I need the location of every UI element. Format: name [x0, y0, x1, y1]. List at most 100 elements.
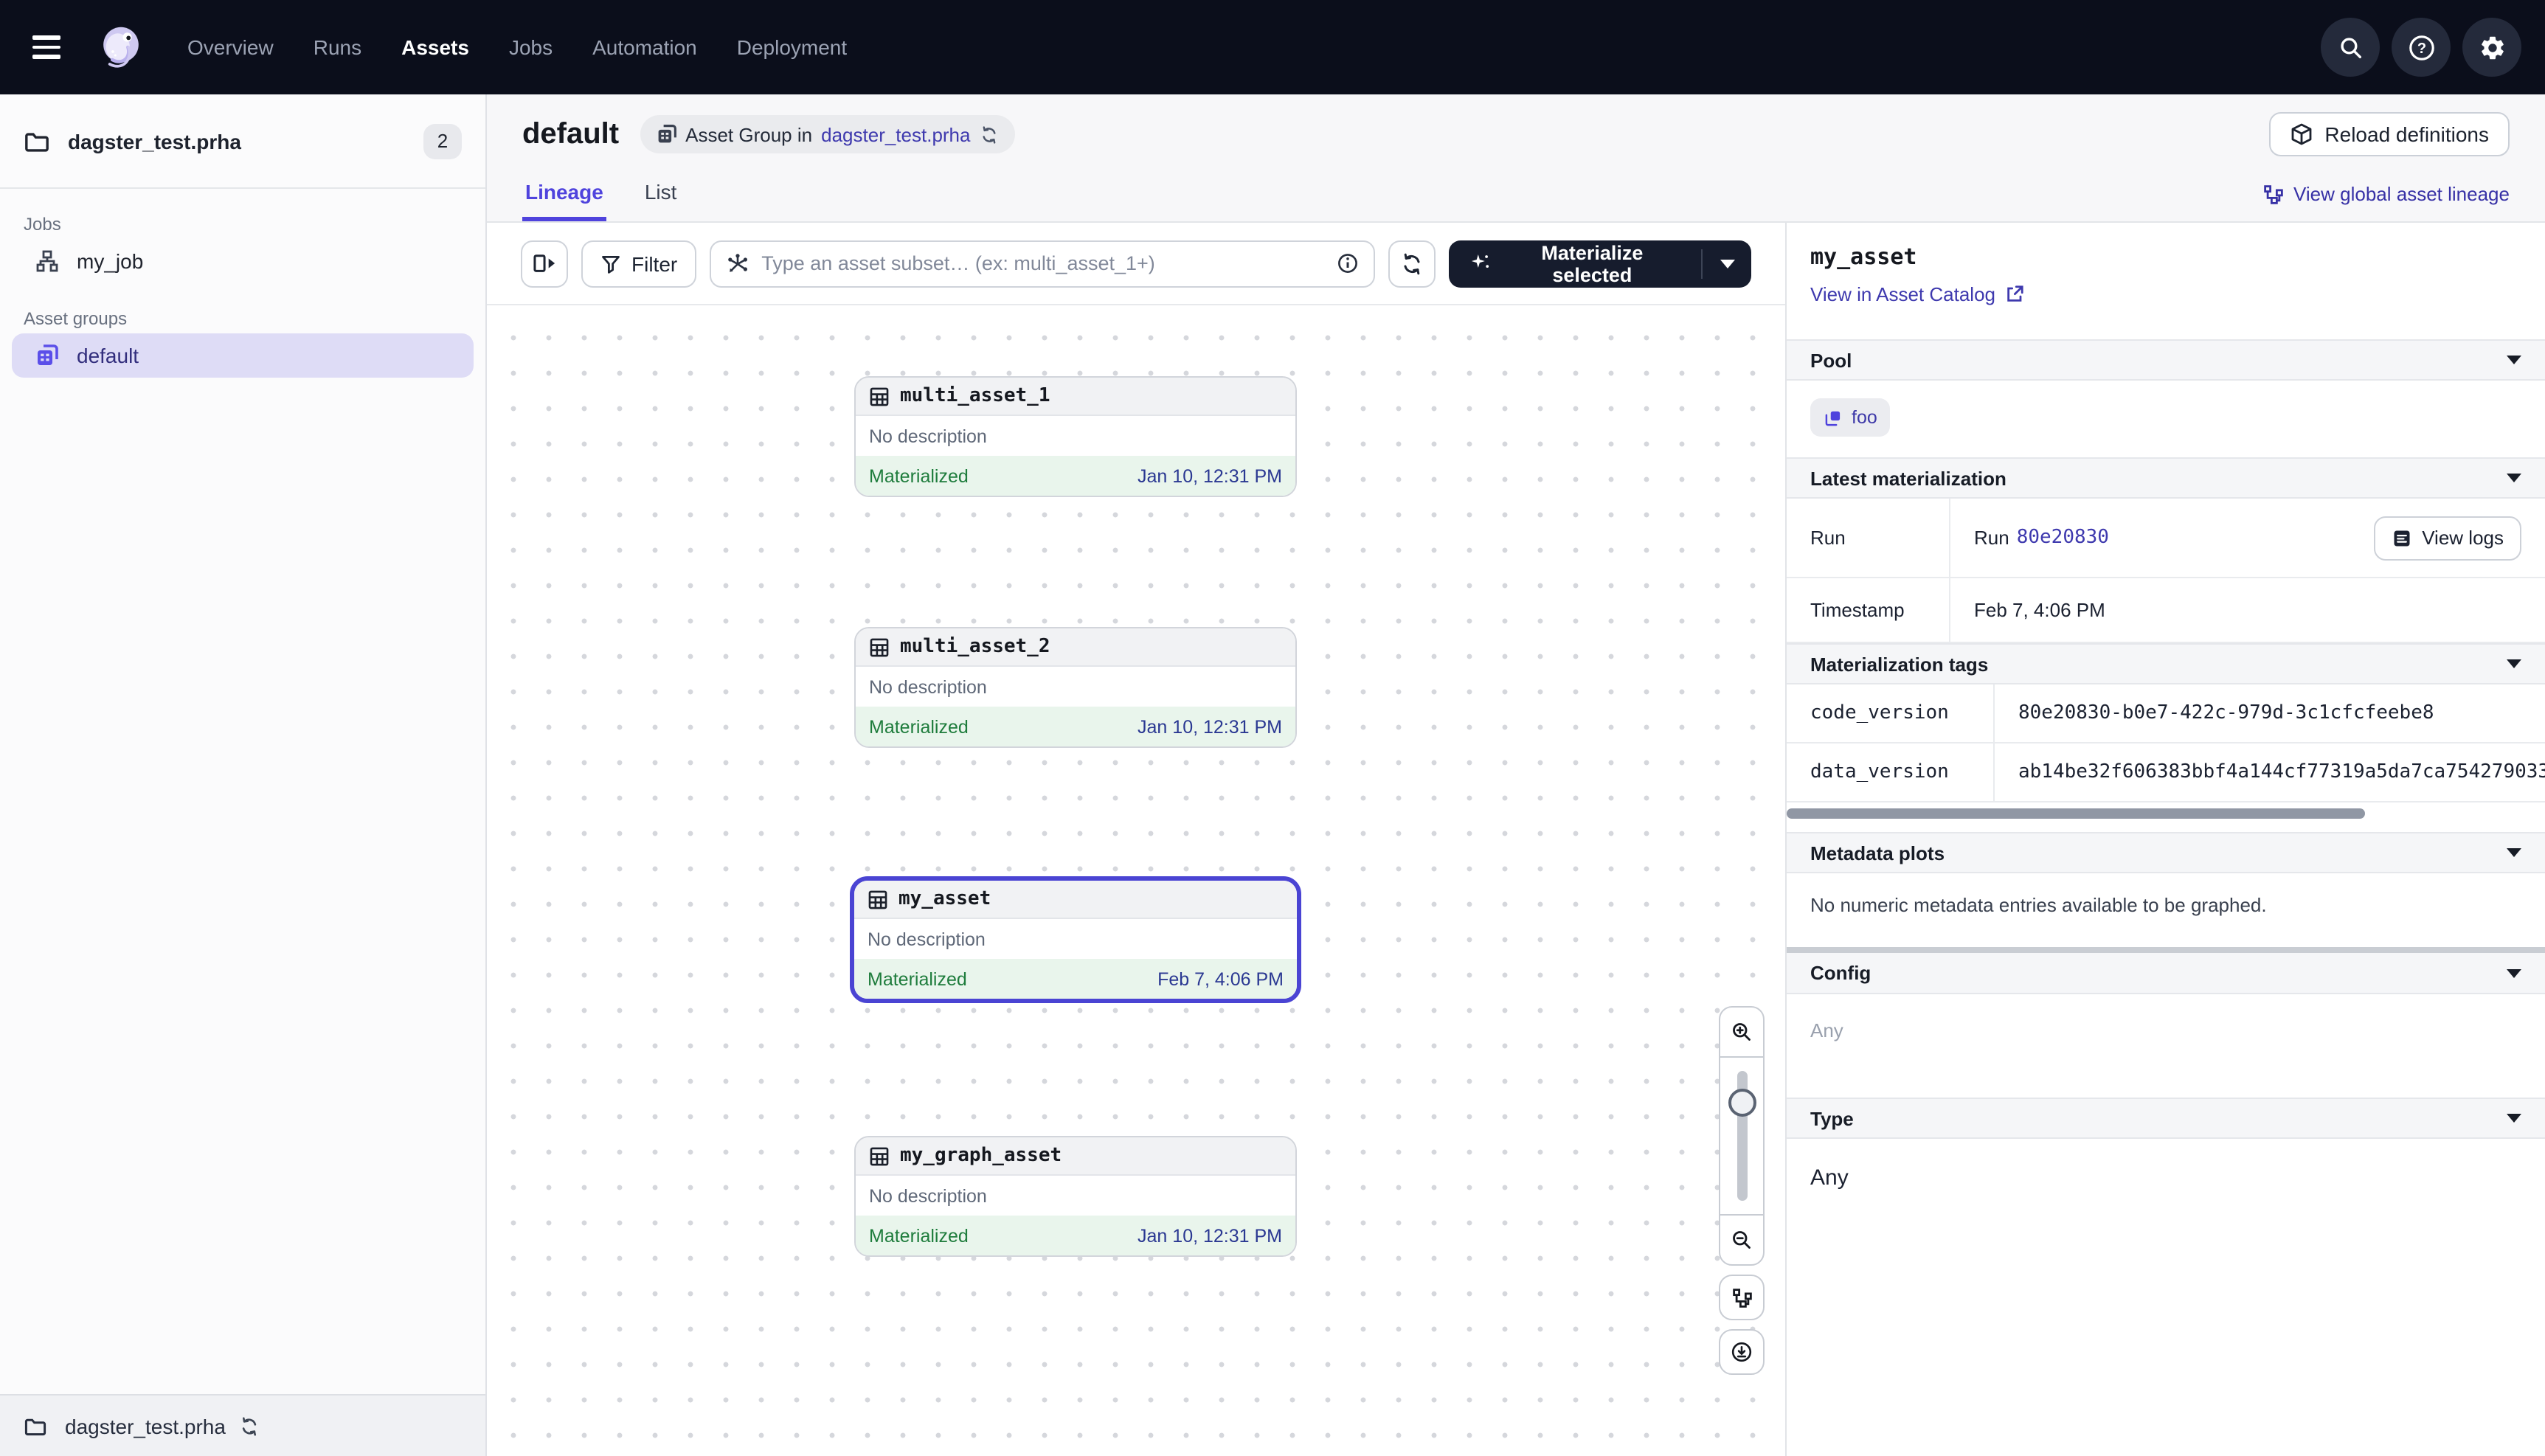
view-in-asset-catalog-link[interactable]: View in Asset Catalog — [1810, 283, 2023, 305]
nav-item-overview[interactable]: Overview — [187, 35, 274, 59]
asset-subset-searchbox — [710, 240, 1375, 287]
asset-node-multi-asset-2[interactable]: multi_asset_2 No description Materialize… — [854, 627, 1297, 748]
zoom-out-icon — [1731, 1229, 1753, 1251]
view-logs-button[interactable]: View logs — [2373, 516, 2521, 560]
external-link-icon — [2004, 285, 2023, 304]
search-button[interactable] — [2321, 18, 2380, 77]
recenter-graph-button[interactable] — [1719, 1275, 1765, 1320]
svg-text:?: ? — [2417, 40, 2425, 56]
reload-definitions-label: Reload definitions — [2324, 122, 2489, 146]
nav-item-deployment[interactable]: Deployment — [737, 35, 847, 59]
lineage-graph-canvas[interactable]: multi_asset_1 No description Materialize… — [487, 305, 1785, 1456]
info-icon[interactable] — [1337, 252, 1359, 274]
asset-node-my-asset[interactable]: my_asset No description Materialized Feb… — [850, 876, 1301, 1003]
pool-tag-foo[interactable]: foo — [1810, 398, 1891, 437]
chevron-down-icon — [2507, 968, 2521, 977]
section-pool[interactable]: Pool — [1787, 339, 2545, 381]
section-type[interactable]: Type — [1787, 1098, 2545, 1139]
pool-tag-label: foo — [1852, 407, 1877, 428]
asset-node-my-graph-asset[interactable]: my_graph_asset No description Materializ… — [854, 1136, 1297, 1257]
asset-subset-input[interactable] — [761, 252, 1325, 274]
section-config[interactable]: Config — [1787, 953, 2545, 994]
materialize-selected-label: Materialize selected — [1503, 241, 1681, 285]
timestamp-row-value: Feb 7, 4:06 PM — [1949, 578, 2545, 642]
latest-materialization-heading: Latest materialization — [1810, 467, 2006, 489]
job-name: my_job — [77, 249, 143, 273]
settings-button[interactable] — [2462, 18, 2521, 77]
tab-list[interactable]: List — [642, 180, 680, 221]
data-version-label: data_version — [1787, 743, 1993, 801]
metadata-plots-heading: Metadata plots — [1810, 842, 1945, 864]
reload-definitions-button[interactable]: Reload definitions — [2268, 112, 2510, 156]
run-id-link[interactable]: 80e20830 — [2017, 527, 2109, 549]
chevron-down-icon — [2507, 848, 2521, 857]
search-icon — [2338, 35, 2363, 60]
repo-footer-name: dagster_test.prha — [65, 1414, 226, 1438]
materialization-tags-heading: Materialization tags — [1810, 653, 1988, 675]
zoom-out-button[interactable] — [1720, 1214, 1763, 1264]
type-heading: Type — [1810, 1107, 1854, 1129]
pool-heading: Pool — [1810, 349, 1852, 371]
sidebar-item-my-job[interactable]: my_job — [12, 239, 474, 283]
zoom-slider-handle[interactable] — [1728, 1089, 1756, 1117]
nav-item-automation[interactable]: Automation — [592, 35, 697, 59]
hamburger-menu-button[interactable] — [32, 25, 77, 69]
refresh-icon[interactable] — [239, 1415, 260, 1436]
zoom-control — [1719, 1006, 1765, 1266]
asset-status: Materialized — [868, 968, 967, 989]
chevron-down-icon — [2507, 356, 2521, 364]
materialize-dropdown-toggle[interactable] — [1703, 240, 1751, 287]
dagster-app: Overview Runs Assets Jobs Automation Dep… — [0, 0, 2545, 1456]
dagster-logo — [96, 22, 146, 72]
nav-item-assets[interactable]: Assets — [401, 35, 469, 59]
expand-panel-button[interactable] — [521, 240, 568, 287]
config-heading: Config — [1810, 962, 1871, 984]
asset-group-name: default — [77, 344, 139, 367]
view-global-asset-lineage-link[interactable]: View global asset lineage — [2262, 183, 2510, 221]
left-sidebar: dagster_test.prha 2 Jobs my_job Asset gr… — [0, 94, 487, 1456]
job-icon — [35, 249, 59, 273]
download-image-button[interactable] — [1719, 1329, 1765, 1375]
nav-item-runs[interactable]: Runs — [314, 35, 361, 59]
code-version-label: code_version — [1787, 684, 1993, 742]
section-metadata-plots[interactable]: Metadata plots — [1787, 832, 2545, 873]
horizontal-scrollbar[interactable] — [1787, 808, 2365, 819]
refresh-icon[interactable] — [980, 125, 999, 144]
breadcrumb-repo-link[interactable]: dagster_test.prha — [821, 123, 970, 145]
view-logs-label: View logs — [2422, 527, 2504, 549]
logs-icon — [2391, 527, 2411, 548]
asset-node-name: multi_asset_2 — [900, 636, 1050, 658]
lineage-graph-icon — [1731, 1287, 1752, 1308]
tab-lineage[interactable]: Lineage — [522, 180, 606, 221]
section-materialization-tags[interactable]: Materialization tags — [1787, 643, 2545, 684]
metadata-plots-empty-text: No numeric metadata entries available to… — [1787, 873, 2545, 947]
asset-node-description: No description — [856, 1176, 1295, 1216]
asset-node-multi-asset-1[interactable]: multi_asset_1 No description Materialize… — [854, 376, 1297, 497]
jobs-section-label: Jobs — [0, 209, 485, 239]
asset-node-name: multi_asset_1 — [900, 385, 1050, 407]
materialize-selected-button[interactable]: Materialize selected — [1449, 240, 1751, 287]
code-version-row: code_version 80e20830-b0e7-422c-979d-3c1… — [1787, 684, 2545, 743]
repo-header[interactable]: dagster_test.prha 2 — [0, 94, 485, 189]
filter-button[interactable]: Filter — [581, 240, 696, 287]
filter-label: Filter — [631, 252, 677, 275]
asset-selection-icon — [726, 252, 749, 275]
sidebar-item-default-group[interactable]: default — [12, 333, 474, 378]
timestamp-row-label: Timestamp — [1787, 578, 1949, 642]
filter-funnel-icon — [600, 253, 621, 274]
page-title: default — [522, 117, 619, 151]
section-latest-materialization[interactable]: Latest materialization — [1787, 457, 2545, 499]
nav-item-jobs[interactable]: Jobs — [509, 35, 553, 59]
asset-table-icon — [868, 889, 888, 909]
zoom-in-button[interactable] — [1720, 1008, 1763, 1058]
asset-timestamp: Jan 10, 12:31 PM — [1138, 1225, 1282, 1246]
help-button[interactable]: ? — [2392, 18, 2451, 77]
zoom-slider — [1720, 1058, 1763, 1214]
data-version-row: data_version ab14be32f606383bbf4a144cf77… — [1787, 743, 2545, 802]
config-value: Any — [1787, 994, 2545, 1086]
folder-icon — [24, 1414, 47, 1438]
chevron-down-icon — [2507, 659, 2521, 668]
refresh-graph-button[interactable] — [1388, 240, 1436, 287]
expand-panel-icon — [532, 252, 557, 274]
asset-groups-section-label: Asset groups — [0, 304, 485, 333]
